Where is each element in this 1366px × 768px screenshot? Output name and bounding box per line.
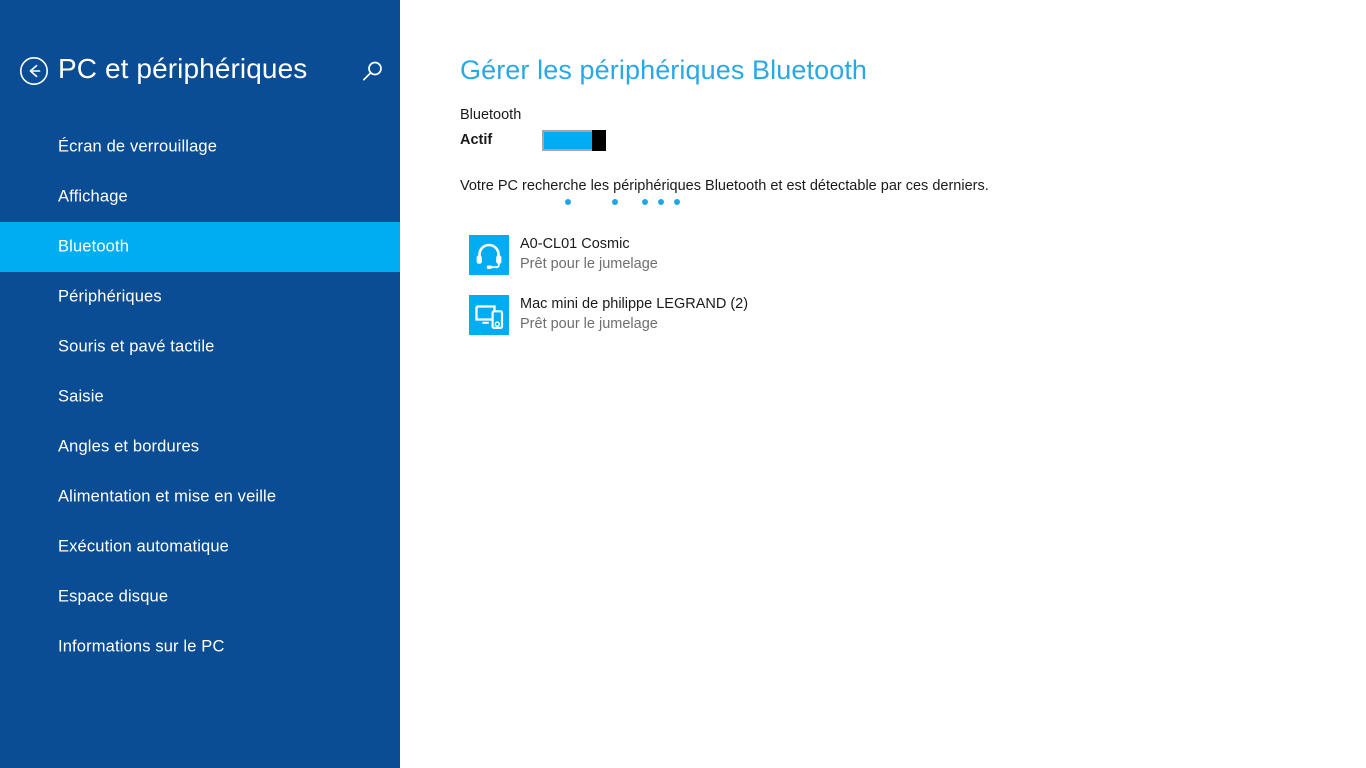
progress-dot: [565, 199, 571, 205]
sidebar-item-affichage[interactable]: Affichage: [0, 172, 400, 222]
bluetooth-toggle-state-label: Actif: [460, 132, 493, 148]
sidebar-item-label: Espace disque: [58, 587, 169, 606]
sidebar-item-label: Écran de verrouillage: [58, 137, 218, 156]
sidebar-header: PC et périphériques: [0, 0, 400, 120]
device-status: Prêt pour le jumelage: [520, 316, 658, 332]
bluetooth-toggle-switch[interactable]: [542, 130, 606, 151]
list-item[interactable]: A0-CL01 Cosmic Prêt pour le jumelage: [460, 232, 1080, 292]
sidebar-item-label: Bluetooth: [58, 237, 130, 256]
sidebar-item-peripheriques[interactable]: Périphériques: [0, 272, 400, 322]
sidebar-item-label: Exécution automatique: [58, 537, 230, 556]
sidebar-item-espace-disque[interactable]: Espace disque: [0, 572, 400, 622]
bluetooth-section-label: Bluetooth: [460, 107, 522, 123]
content-pane: Gérer les périphériques Bluetooth Blueto…: [400, 0, 1366, 768]
toggle-thumb[interactable]: [592, 130, 606, 151]
toggle-track: [544, 132, 592, 149]
progress-dot: [674, 199, 680, 205]
page-title: PC et périphériques: [58, 53, 308, 84]
bluetooth-device-list: A0-CL01 Cosmic Prêt pour le jumelage Mac…: [460, 232, 1080, 352]
back-arrow-circle-icon[interactable]: [19, 56, 49, 86]
list-item[interactable]: Mac mini de philippe LEGRAND (2) Prêt po…: [460, 292, 1080, 352]
sidebar-item-souris-et-pave-tactile[interactable]: Souris et pavé tactile: [0, 322, 400, 372]
sidebar-item-label: Souris et pavé tactile: [58, 337, 215, 356]
settings-window: PC et périphériques Écran de verrouillag…: [0, 0, 1366, 768]
bluetooth-toggle-row: Actif: [460, 130, 680, 152]
device-name: Mac mini de philippe LEGRAND (2): [520, 296, 749, 312]
bluetooth-status-text: Votre PC recherche les périphériques Blu…: [460, 178, 989, 194]
indeterminate-progress-dots: [460, 199, 760, 209]
sidebar-item-saisie[interactable]: Saisie: [0, 372, 400, 422]
sidebar-item-label: Alimentation et mise en veille: [58, 487, 277, 506]
sidebar-item-alimentation-et-mise-en-veille[interactable]: Alimentation et mise en veille: [0, 472, 400, 522]
sidebar-item-ecran-de-verrouillage[interactable]: Écran de verrouillage: [0, 122, 400, 172]
sidebar-item-informations-sur-le-pc[interactable]: Informations sur le PC: [0, 622, 400, 672]
sidebar-item-label: Périphériques: [58, 287, 162, 306]
monitor-phone-icon: [469, 295, 509, 335]
progress-dot: [642, 199, 648, 205]
sidebar-item-label: Informations sur le PC: [58, 637, 225, 656]
sidebar-nav-list: Écran de verrouillage Affichage Bluetoot…: [0, 122, 400, 672]
headset-icon: [469, 235, 509, 275]
progress-dot: [612, 199, 618, 205]
progress-dot: [658, 199, 664, 205]
sidebar-item-execution-automatique[interactable]: Exécution automatique: [0, 522, 400, 572]
sidebar: PC et périphériques Écran de verrouillag…: [0, 0, 400, 768]
sidebar-item-bluetooth[interactable]: Bluetooth: [0, 222, 400, 272]
sidebar-item-label: Saisie: [58, 387, 104, 406]
sidebar-item-label: Angles et bordures: [58, 437, 200, 456]
device-name: A0-CL01 Cosmic: [520, 236, 630, 252]
sidebar-item-label: Affichage: [58, 187, 128, 206]
search-icon[interactable]: [358, 58, 386, 86]
device-status: Prêt pour le jumelage: [520, 256, 658, 272]
content-title: Gérer les périphériques Bluetooth: [460, 55, 868, 85]
sidebar-item-angles-et-bordures[interactable]: Angles et bordures: [0, 422, 400, 472]
